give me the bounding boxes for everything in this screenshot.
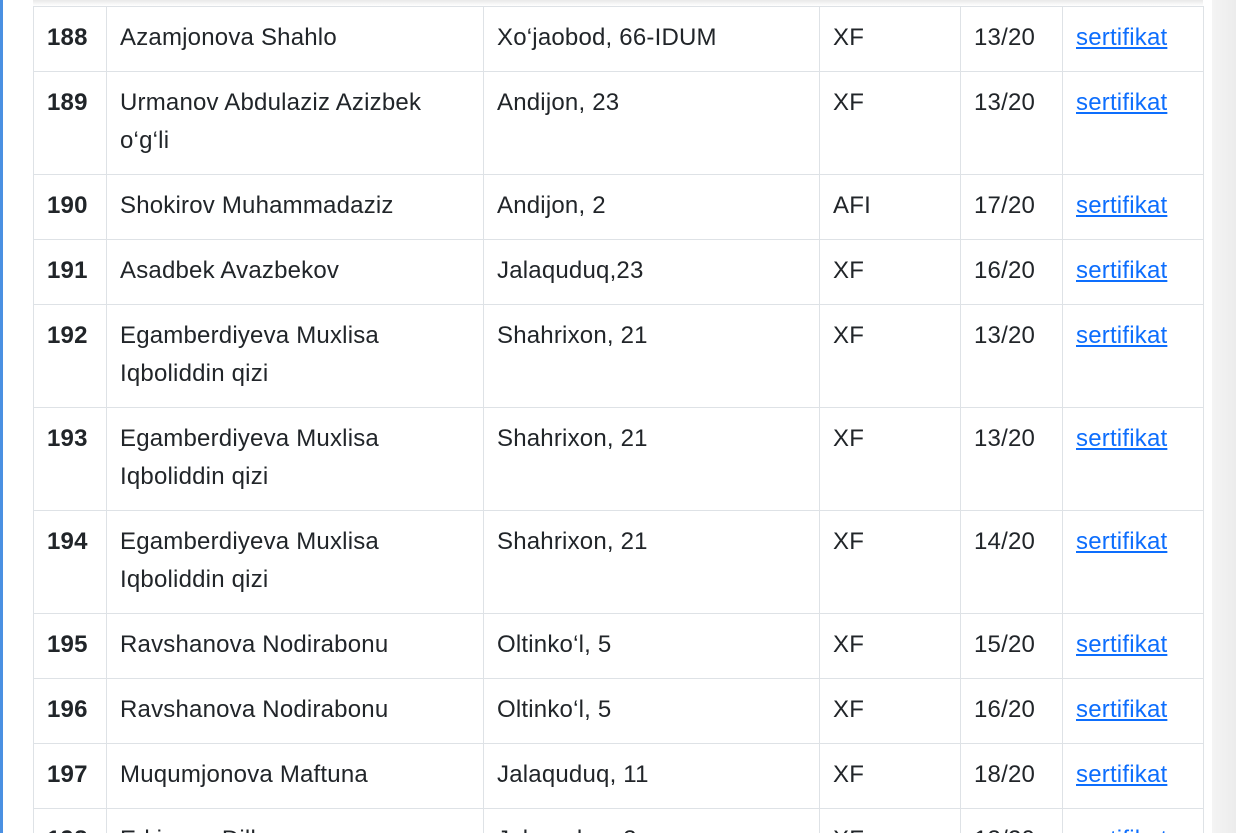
row-number: 198 — [33, 808, 107, 833]
certificate-cell: sertifikat — [1062, 6, 1204, 72]
subject-code: XF — [819, 239, 961, 305]
scrollbar-track[interactable] — [1212, 0, 1236, 833]
participant-name: Erkinova Dilbaroy — [106, 808, 484, 833]
participant-location: Andijon, 23 — [483, 71, 820, 175]
row-number: 190 — [33, 174, 107, 240]
certificate-cell: sertifikat — [1062, 510, 1204, 614]
certificate-link[interactable]: sertifikat — [1076, 631, 1167, 658]
certificate-link[interactable]: sertifikat — [1076, 425, 1167, 452]
row-number: 197 — [33, 743, 107, 809]
score: 16/20 — [960, 678, 1063, 744]
table-row: 196 Ravshanova Nodirabonu Oltinko‘l, 5 X… — [33, 678, 1204, 744]
row-number: 188 — [33, 6, 107, 72]
certificate-cell: sertifikat — [1062, 407, 1204, 511]
subject-code: XF — [819, 304, 961, 408]
participant-location: Shahrixon, 21 — [483, 407, 820, 511]
score: 17/20 — [960, 174, 1063, 240]
certificate-link[interactable]: sertifikat — [1076, 24, 1167, 51]
participant-location: Shahrixon, 21 — [483, 510, 820, 614]
subject-code: XF — [819, 71, 961, 175]
results-page: 188 Azamjonova Shahlo Xo‘jaobod, 66-IDUM… — [0, 0, 1236, 833]
participant-location: Oltinko‘l, 5 — [483, 678, 820, 744]
table-row: 195 Ravshanova Nodirabonu Oltinko‘l, 5 X… — [33, 613, 1204, 679]
certificate-cell: sertifikat — [1062, 808, 1204, 833]
participant-location: Oltinko‘l, 5 — [483, 613, 820, 679]
participant-name: Ravshanova Nodirabonu — [106, 678, 484, 744]
certificate-cell: sertifikat — [1062, 239, 1204, 305]
certificate-link[interactable]: sertifikat — [1076, 322, 1167, 349]
participant-location: Andijon, 2 — [483, 174, 820, 240]
participant-location: Xo‘jaobod, 66-IDUM — [483, 6, 820, 72]
certificate-cell: sertifikat — [1062, 678, 1204, 744]
row-number: 193 — [33, 407, 107, 511]
certificate-cell: sertifikat — [1062, 304, 1204, 408]
certificate-cell: sertifikat — [1062, 71, 1204, 175]
certificate-link[interactable]: sertifikat — [1076, 826, 1167, 833]
participant-name: Muqumjonova Maftuna — [106, 743, 484, 809]
score: 18/20 — [960, 743, 1063, 809]
table-row: 198 Erkinova Dilbaroy Jalaquduq, 3 XF 13… — [33, 808, 1204, 833]
participant-name: Urmanov Abdulaziz Azizbek o‘g‘li — [106, 71, 484, 175]
table-row: 189 Urmanov Abdulaziz Azizbek o‘g‘li And… — [33, 71, 1204, 175]
score: 15/20 — [960, 613, 1063, 679]
certificate-cell: sertifikat — [1062, 743, 1204, 809]
row-number: 191 — [33, 239, 107, 305]
score: 13/20 — [960, 6, 1063, 72]
participant-location: Jalaquduq, 11 — [483, 743, 820, 809]
certificate-link[interactable]: sertifikat — [1076, 192, 1167, 219]
results-table-container: 188 Azamjonova Shahlo Xo‘jaobod, 66-IDUM… — [33, 6, 1204, 833]
table-row: 197 Muqumjonova Maftuna Jalaquduq, 11 XF… — [33, 743, 1204, 809]
row-number: 195 — [33, 613, 107, 679]
row-number: 196 — [33, 678, 107, 744]
subject-code: XF — [819, 808, 961, 833]
score: 13/20 — [960, 808, 1063, 833]
score: 14/20 — [960, 510, 1063, 614]
row-number: 194 — [33, 510, 107, 614]
participant-name: Egamberdiyeva Muxlisa Iqboliddin qizi — [106, 510, 484, 614]
row-number: 192 — [33, 304, 107, 408]
subject-code: XF — [819, 510, 961, 614]
certificate-link[interactable]: sertifikat — [1076, 257, 1167, 284]
participant-location: Shahrixon, 21 — [483, 304, 820, 408]
participant-name: Shokirov Muhammadaziz — [106, 174, 484, 240]
row-number: 189 — [33, 71, 107, 175]
table-row: 194 Egamberdiyeva Muxlisa Iqboliddin qiz… — [33, 510, 1204, 614]
score: 13/20 — [960, 407, 1063, 511]
table-row: 192 Egamberdiyeva Muxlisa Iqboliddin qiz… — [33, 304, 1204, 408]
subject-code: XF — [819, 6, 961, 72]
participant-name: Egamberdiyeva Muxlisa Iqboliddin qizi — [106, 407, 484, 511]
certificate-link[interactable]: sertifikat — [1076, 696, 1167, 723]
subject-code: AFI — [819, 174, 961, 240]
results-table: 188 Azamjonova Shahlo Xo‘jaobod, 66-IDUM… — [33, 6, 1204, 833]
certificate-link[interactable]: sertifikat — [1076, 89, 1167, 116]
certificate-cell: sertifikat — [1062, 174, 1204, 240]
subject-code: XF — [819, 678, 961, 744]
subject-code: XF — [819, 407, 961, 511]
certificate-link[interactable]: sertifikat — [1076, 528, 1167, 555]
subject-code: XF — [819, 743, 961, 809]
left-accent-bar — [0, 0, 3, 833]
table-row: 191 Asadbek Avazbekov Jalaquduq,23 XF 16… — [33, 239, 1204, 305]
certificate-cell: sertifikat — [1062, 613, 1204, 679]
subject-code: XF — [819, 613, 961, 679]
participant-name: Azamjonova Shahlo — [106, 6, 484, 72]
table-row: 190 Shokirov Muhammadaziz Andijon, 2 AFI… — [33, 174, 1204, 240]
table-row: 188 Azamjonova Shahlo Xo‘jaobod, 66-IDUM… — [33, 6, 1204, 72]
score: 16/20 — [960, 239, 1063, 305]
certificate-link[interactable]: sertifikat — [1076, 761, 1167, 788]
participant-name: Egamberdiyeva Muxlisa Iqboliddin qizi — [106, 304, 484, 408]
table-row: 193 Egamberdiyeva Muxlisa Iqboliddin qiz… — [33, 407, 1204, 511]
score: 13/20 — [960, 304, 1063, 408]
score: 13/20 — [960, 71, 1063, 175]
participant-name: Ravshanova Nodirabonu — [106, 613, 484, 679]
participant-location: Jalaquduq,23 — [483, 239, 820, 305]
participant-location: Jalaquduq, 3 — [483, 808, 820, 833]
participant-name: Asadbek Avazbekov — [106, 239, 484, 305]
